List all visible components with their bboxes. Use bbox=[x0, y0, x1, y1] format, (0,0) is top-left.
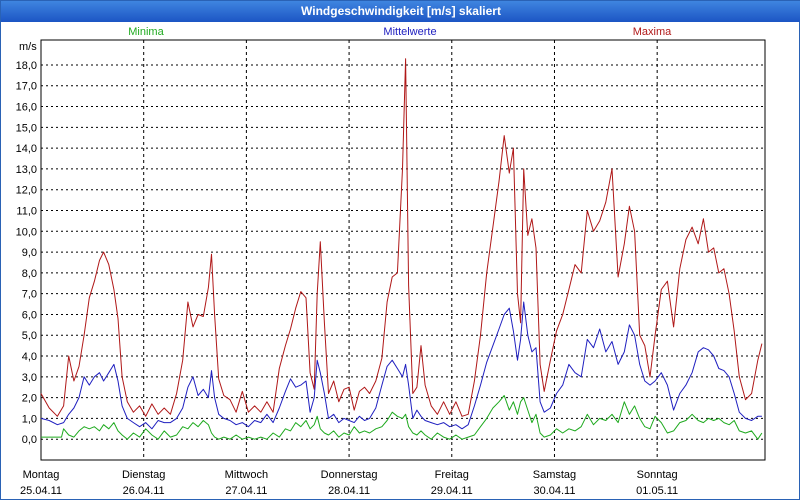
y-tick-label: 9,0 bbox=[22, 247, 37, 259]
y-axis: m/s 0,0 1,0 2,0 3,0 4,0 5,0 6,0 7,0 8,0 9,0 10,0 11… bbox=[16, 41, 38, 446]
y-tick-label: 2,0 bbox=[22, 393, 37, 405]
y-tick-label: 11,0 bbox=[16, 205, 37, 217]
legend-maxima: Maxima bbox=[633, 26, 672, 38]
x-date-label: 28.04.11 bbox=[328, 485, 370, 497]
y-tick-label: 5,0 bbox=[22, 330, 37, 342]
x-day-label: Freitag bbox=[435, 469, 469, 481]
y-tick-label: 3,0 bbox=[22, 372, 37, 384]
x-day-label: Donnerstag bbox=[321, 469, 378, 481]
y-tick-label: 12,0 bbox=[16, 185, 37, 197]
x-date-label: 26.04.11 bbox=[123, 485, 165, 497]
y-tick-label: 7,0 bbox=[22, 289, 37, 301]
y-tick-label: 18,0 bbox=[16, 60, 37, 72]
y-tick-label: 13,0 bbox=[16, 164, 37, 176]
y-axis-unit: m/s bbox=[19, 41, 37, 53]
y-tick-label: 1,0 bbox=[22, 413, 37, 425]
legend: Minima Mittelwerte Maxima bbox=[128, 26, 672, 38]
x-date-label: 29.04.11 bbox=[431, 485, 473, 497]
y-tick-label: 14,0 bbox=[16, 143, 37, 155]
y-tick-label: 0,0 bbox=[22, 434, 37, 446]
y-tick-label: 6,0 bbox=[22, 309, 37, 321]
x-date-label: 30.04.11 bbox=[533, 485, 575, 497]
y-tick-label: 10,0 bbox=[16, 226, 37, 238]
plot-area bbox=[40, 39, 766, 461]
y-tick-label: 8,0 bbox=[22, 268, 37, 280]
legend-minima: Minima bbox=[128, 26, 164, 38]
x-day-label: Mittwoch bbox=[225, 469, 268, 481]
x-day-label: Montag bbox=[23, 469, 60, 481]
x-axis: Montag 25.04.11 Dienstag 26.04.11 Mittwoch 27… bbox=[20, 469, 678, 497]
wind-speed-chart: m/s 0,0 1,0 2,0 3,0 4,0 5,0 6,0 7,0 8,0 9,0 10,0 11… bbox=[16, 26, 766, 497]
x-day-label: Dienstag bbox=[122, 469, 165, 481]
x-date-label: 01.05.11 bbox=[636, 485, 678, 497]
y-tick-label: 4,0 bbox=[22, 351, 37, 363]
y-tick-label: 16,0 bbox=[16, 102, 37, 114]
x-day-label: Sonntag bbox=[637, 469, 678, 481]
x-date-label: 27.04.11 bbox=[225, 485, 267, 497]
x-day-label: Samstag bbox=[533, 469, 576, 481]
y-tick-label: 17,0 bbox=[16, 81, 37, 93]
y-tick-label: 15,0 bbox=[16, 122, 37, 134]
legend-mittelwerte: Mittelwerte bbox=[383, 26, 436, 38]
x-date-label: 25.04.11 bbox=[20, 485, 62, 497]
